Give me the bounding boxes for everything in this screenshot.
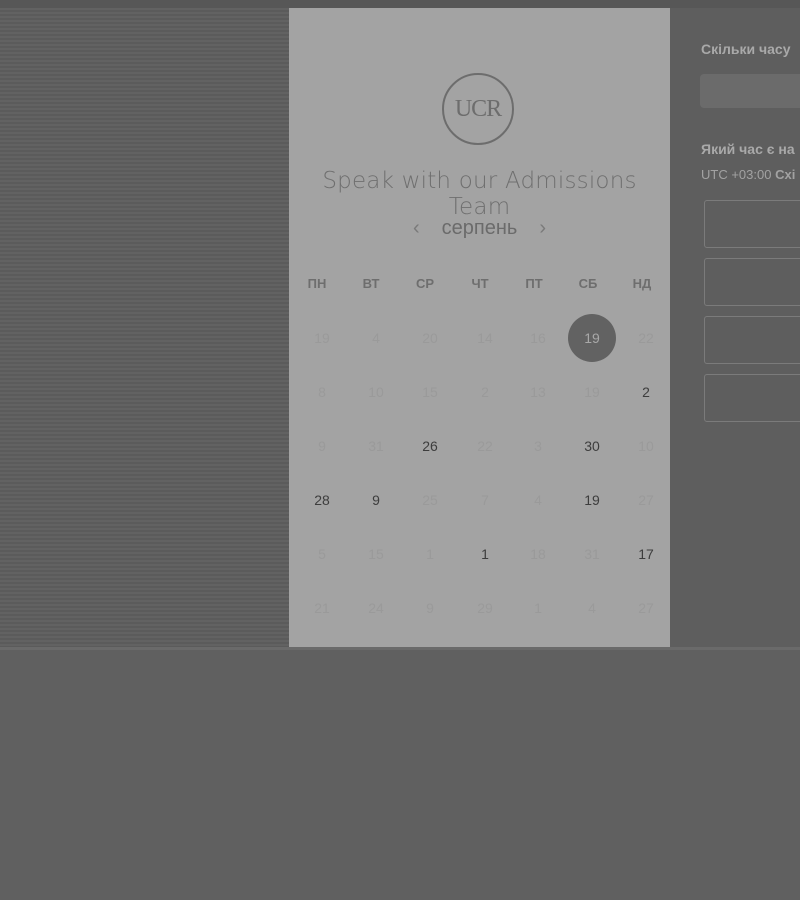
calendar-day[interactable]: 26 bbox=[406, 422, 454, 470]
time-selection-panel: Скільки часу Який час є на UTC +03:00 Сх… bbox=[670, 8, 800, 647]
calendar-day[interactable]: 17 bbox=[622, 530, 670, 578]
calendar-day: 24 bbox=[368, 600, 384, 616]
calendar-day: 22 bbox=[477, 438, 493, 454]
calendar-day[interactable]: 28 bbox=[298, 476, 346, 524]
calendar-day: 21 bbox=[314, 600, 330, 616]
calendar-card: UCR Speak with our Admissions Team ‹ сер… bbox=[289, 8, 670, 647]
calendar-day: 14 bbox=[477, 330, 493, 346]
duration-select[interactable] bbox=[700, 74, 800, 108]
calendar-day: 19 bbox=[314, 330, 330, 346]
calendar-day: 5 bbox=[318, 546, 326, 562]
dimmed-background-left bbox=[0, 8, 289, 647]
dimmed-background-bottom bbox=[0, 650, 800, 900]
time-question: Який час є на bbox=[701, 141, 795, 157]
time-slot-button[interactable] bbox=[704, 316, 800, 364]
calendar-day: 10 bbox=[638, 438, 654, 454]
calendar-day[interactable]: 19 bbox=[568, 476, 616, 524]
calendar-day[interactable]: 30 bbox=[568, 422, 616, 470]
calendar-day: 4 bbox=[372, 330, 380, 346]
time-slot-button[interactable] bbox=[704, 200, 800, 248]
calendar-day: 16 bbox=[530, 330, 546, 346]
timezone-prefix: UTC +03:00 bbox=[701, 167, 772, 182]
calendar-day: 19 bbox=[584, 384, 600, 400]
calendar-day: 9 bbox=[426, 600, 434, 616]
timezone-name: Схі bbox=[775, 167, 796, 182]
calendar-day: 29 bbox=[477, 600, 493, 616]
calendar-day: 25 bbox=[422, 492, 438, 508]
calendar-day[interactable]: 1 bbox=[461, 530, 509, 578]
calendar-day: 1 bbox=[534, 600, 542, 616]
calendar-day: 20 bbox=[422, 330, 438, 346]
top-strip bbox=[0, 0, 800, 8]
calendar-day: 15 bbox=[422, 384, 438, 400]
calendar-day[interactable]: 2 bbox=[622, 368, 670, 416]
calendar-day: 18 bbox=[530, 546, 546, 562]
calendar-day: 27 bbox=[638, 600, 654, 616]
calendar-day: 27 bbox=[638, 492, 654, 508]
calendar-day: 10 bbox=[368, 384, 384, 400]
time-slot-button[interactable] bbox=[704, 374, 800, 422]
calendar-day: 13 bbox=[530, 384, 546, 400]
calendar-grid: 19 4 20 14 16 19 22 8 10 15 2 13 19 2 9 31 26 22 3 30 10 28 9 2… bbox=[289, 8, 670, 647]
calendar-day: 3 bbox=[534, 438, 542, 454]
duration-question: Скільки часу bbox=[701, 41, 791, 57]
calendar-day[interactable]: 9 bbox=[352, 476, 400, 524]
calendar-day: 7 bbox=[481, 492, 489, 508]
calendar-day: 22 bbox=[638, 330, 654, 346]
calendar-day: 4 bbox=[534, 492, 542, 508]
calendar-day: 8 bbox=[318, 384, 326, 400]
calendar-day: 15 bbox=[368, 546, 384, 562]
calendar-day: 2 bbox=[481, 384, 489, 400]
time-slot-button[interactable] bbox=[704, 258, 800, 306]
timezone-label: UTC +03:00 Схі bbox=[701, 167, 795, 182]
selected-day[interactable]: 19 bbox=[568, 314, 616, 362]
calendar-day: 1 bbox=[426, 546, 434, 562]
calendar-day: 4 bbox=[588, 600, 596, 616]
calendar-day: 9 bbox=[318, 438, 326, 454]
calendar-day: 31 bbox=[584, 546, 600, 562]
calendar-day: 31 bbox=[368, 438, 384, 454]
